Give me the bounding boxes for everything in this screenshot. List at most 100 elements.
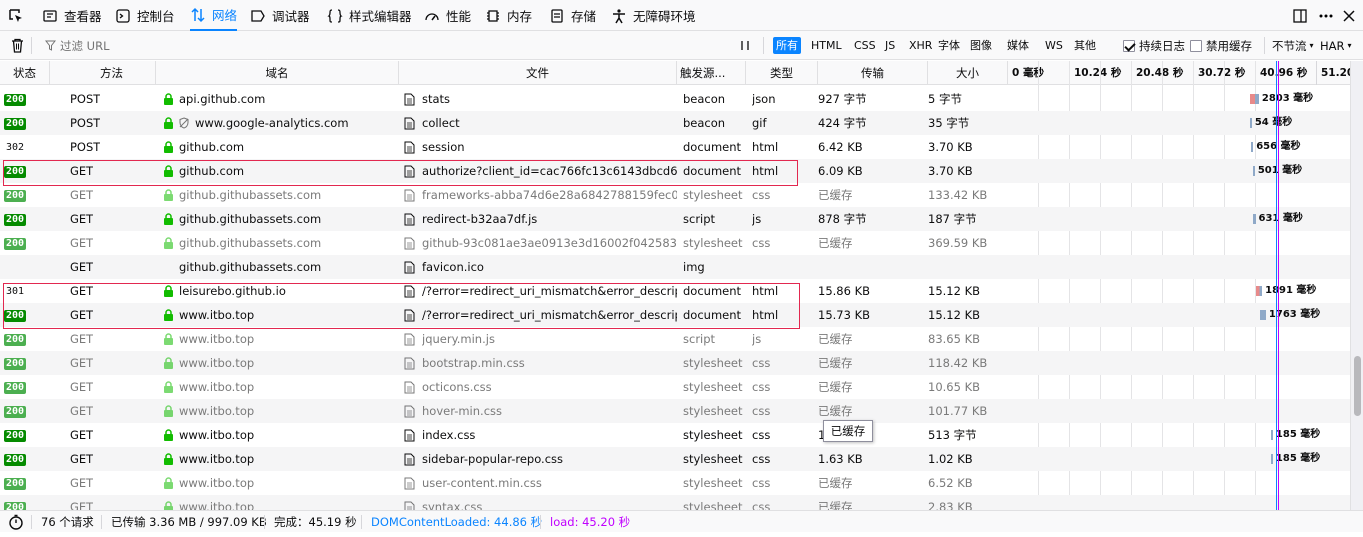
request-row[interactable]: 302 POST github.com session document html 6.42… (0, 135, 1350, 159)
status-code: 200 (4, 502, 27, 510)
document-icon (404, 333, 415, 349)
request-method: GET (70, 500, 94, 510)
request-row[interactable]: 200 GET github.com authorize?client_id=cac7… (0, 159, 1350, 183)
request-row[interactable]: 200 GET github.githubassets.com redirect-b3… (0, 207, 1350, 231)
request-domain: api.github.com (179, 92, 266, 106)
request-row[interactable]: 200 GET www.itbo.top hover-min.css styleshee… (0, 399, 1350, 423)
element-picker-button[interactable] (8, 0, 24, 31)
tab-network[interactable]: 网络 (190, 0, 238, 31)
document-icon (404, 357, 415, 373)
clear-button[interactable] (10, 31, 25, 60)
tab-label: 调试器 (272, 9, 310, 24)
request-transferred: 已缓存 (818, 236, 853, 250)
request-file: /?error=redirect_uri_mismatch&error_desc… (422, 284, 677, 298)
request-row[interactable]: 200 GET www.itbo.top index.css stylesheet css… (0, 423, 1350, 447)
column-size[interactable]: 大小 (928, 61, 1008, 85)
document-icon (404, 141, 415, 157)
persist-logs-checkbox[interactable]: 持续日志 (1123, 31, 1185, 60)
request-file: index.css (422, 428, 476, 442)
transferred-summary: 已传输 3.36 MB / 997.09 KB (111, 515, 267, 529)
lock-icon (163, 117, 174, 132)
tab-style-editor[interactable]: 样式编辑器 (327, 0, 412, 31)
request-row[interactable]: 200 GET www.itbo.top bootstrap.min.css style… (0, 351, 1350, 375)
status-code: 200 (4, 214, 27, 226)
request-domain: www.itbo.top (179, 476, 255, 490)
throttle-select[interactable]: 不节流 ▾ (1272, 31, 1314, 60)
dock-button[interactable] (1292, 0, 1308, 31)
filter-type-4[interactable]: XHR (906, 37, 935, 54)
request-type: gif (752, 116, 767, 130)
request-row[interactable]: 200 GET www.itbo.top user-content.min.css st… (0, 471, 1350, 495)
request-row[interactable]: GET github.githubassets.com favicon.ico img (0, 255, 1350, 279)
column-status[interactable]: 状态 (0, 61, 50, 85)
tab-console[interactable]: 控制台 (115, 0, 175, 31)
request-row[interactable]: 301 GET leisurebo.github.io /?error=redirec… (0, 279, 1350, 303)
tab-inspector[interactable]: 查看器 (42, 0, 102, 31)
request-row[interactable]: 200 GET www.itbo.top /?error=redirect_uri_m… (0, 303, 1350, 327)
filter-url-input[interactable]: 过滤 URL (45, 31, 109, 60)
status-code: 200 (4, 430, 27, 442)
lock-icon (163, 93, 174, 108)
filter-type-5[interactable]: 字体 (935, 37, 963, 54)
request-row[interactable]: 200 POST api.github.com stats beacon json 927 … (0, 87, 1350, 111)
more-menu-button[interactable] (1318, 0, 1334, 31)
request-row[interactable]: 200 GET www.itbo.top syntax.css stylesheet cs… (0, 495, 1350, 510)
load-time: load: 45.20 秒 (550, 515, 631, 529)
request-cause: stylesheet (683, 452, 743, 466)
request-domain: github.githubassets.com (179, 212, 322, 226)
column-cause[interactable]: 触发源... (677, 61, 746, 85)
status-code: 200 (4, 406, 27, 418)
request-method: GET (70, 428, 94, 442)
filter-type-6[interactable]: 图像 (967, 37, 995, 54)
filter-type-1[interactable]: HTML (808, 37, 845, 54)
request-size: 5 字节 (928, 92, 962, 106)
request-cause: document (683, 284, 742, 298)
vertical-scrollbar[interactable] (1350, 61, 1363, 510)
disable-cache-checkbox[interactable]: 禁用缓存 (1190, 31, 1252, 60)
pause-button[interactable] (740, 31, 750, 60)
column-method[interactable]: 方法 (50, 61, 156, 85)
filter-type-8[interactable]: WS (1042, 37, 1066, 54)
request-row[interactable]: 200 GET www.itbo.top octicons.css stylesheet… (0, 375, 1350, 399)
column-transferred[interactable]: 传输 (818, 61, 928, 85)
ellipsis-icon (1319, 14, 1333, 17)
request-row[interactable]: 200 GET github.githubassets.com frameworks-… (0, 183, 1350, 207)
column-type[interactable]: 类型 (746, 61, 818, 85)
request-type: css (752, 428, 771, 442)
lock-icon (163, 309, 174, 324)
disable-cache-check[interactable] (1190, 39, 1202, 52)
column-file[interactable]: 文件 (399, 61, 677, 85)
tab-debugger[interactable]: 调试器 (250, 0, 310, 31)
trash-icon (12, 38, 23, 53)
request-count: 76 个请求 (41, 515, 94, 529)
request-method: GET (70, 308, 94, 322)
filter-type-2[interactable]: CSS (851, 37, 879, 54)
request-row[interactable]: 200 GET github.githubassets.com github-93c0… (0, 231, 1350, 255)
domcontentloaded-time: DOMContentLoaded: 44.86 秒 (371, 515, 543, 529)
filter-type-9[interactable]: 其他 (1071, 37, 1099, 54)
request-cause: stylesheet (683, 188, 743, 202)
request-row[interactable]: 200 GET www.itbo.top sidebar-popular-repo.c… (0, 447, 1350, 471)
har-menu-button[interactable]: HAR ▾ (1320, 31, 1352, 60)
tab-accessibility[interactable]: 无障碍环境 (611, 0, 696, 31)
request-type: js (752, 332, 762, 346)
scrollbar-thumb[interactable] (1354, 356, 1361, 416)
persist-logs-check[interactable] (1123, 39, 1135, 52)
filter-type-0[interactable]: 所有 (773, 37, 801, 54)
performance-analysis-button[interactable] (8, 514, 24, 530)
filter-type-7[interactable]: 媒体 (1004, 37, 1032, 54)
request-row[interactable]: 200 POST www.google-analytics.com collect be… (0, 111, 1350, 135)
column-domain[interactable]: 域名 (156, 61, 399, 85)
request-size: 3.70 KB (928, 164, 973, 178)
request-row[interactable]: 200 GET www.itbo.top jquery.min.js script js 已… (0, 327, 1350, 351)
domcontentloaded-marker (1276, 61, 1277, 510)
waterfall-duration: 185 毫秒 (1275, 453, 1321, 464)
request-type: css (752, 236, 771, 250)
tab-memory[interactable]: 内存 (485, 0, 532, 31)
tab-performance[interactable]: 性能 (424, 0, 471, 31)
request-file: authorize?client_id=cac766fc13c6143dbcd6… (422, 164, 677, 178)
close-button[interactable] (1342, 0, 1356, 31)
filter-type-3[interactable]: JS (882, 37, 898, 54)
lock-icon (163, 285, 174, 300)
tab-storage[interactable]: 存储 (549, 0, 596, 31)
